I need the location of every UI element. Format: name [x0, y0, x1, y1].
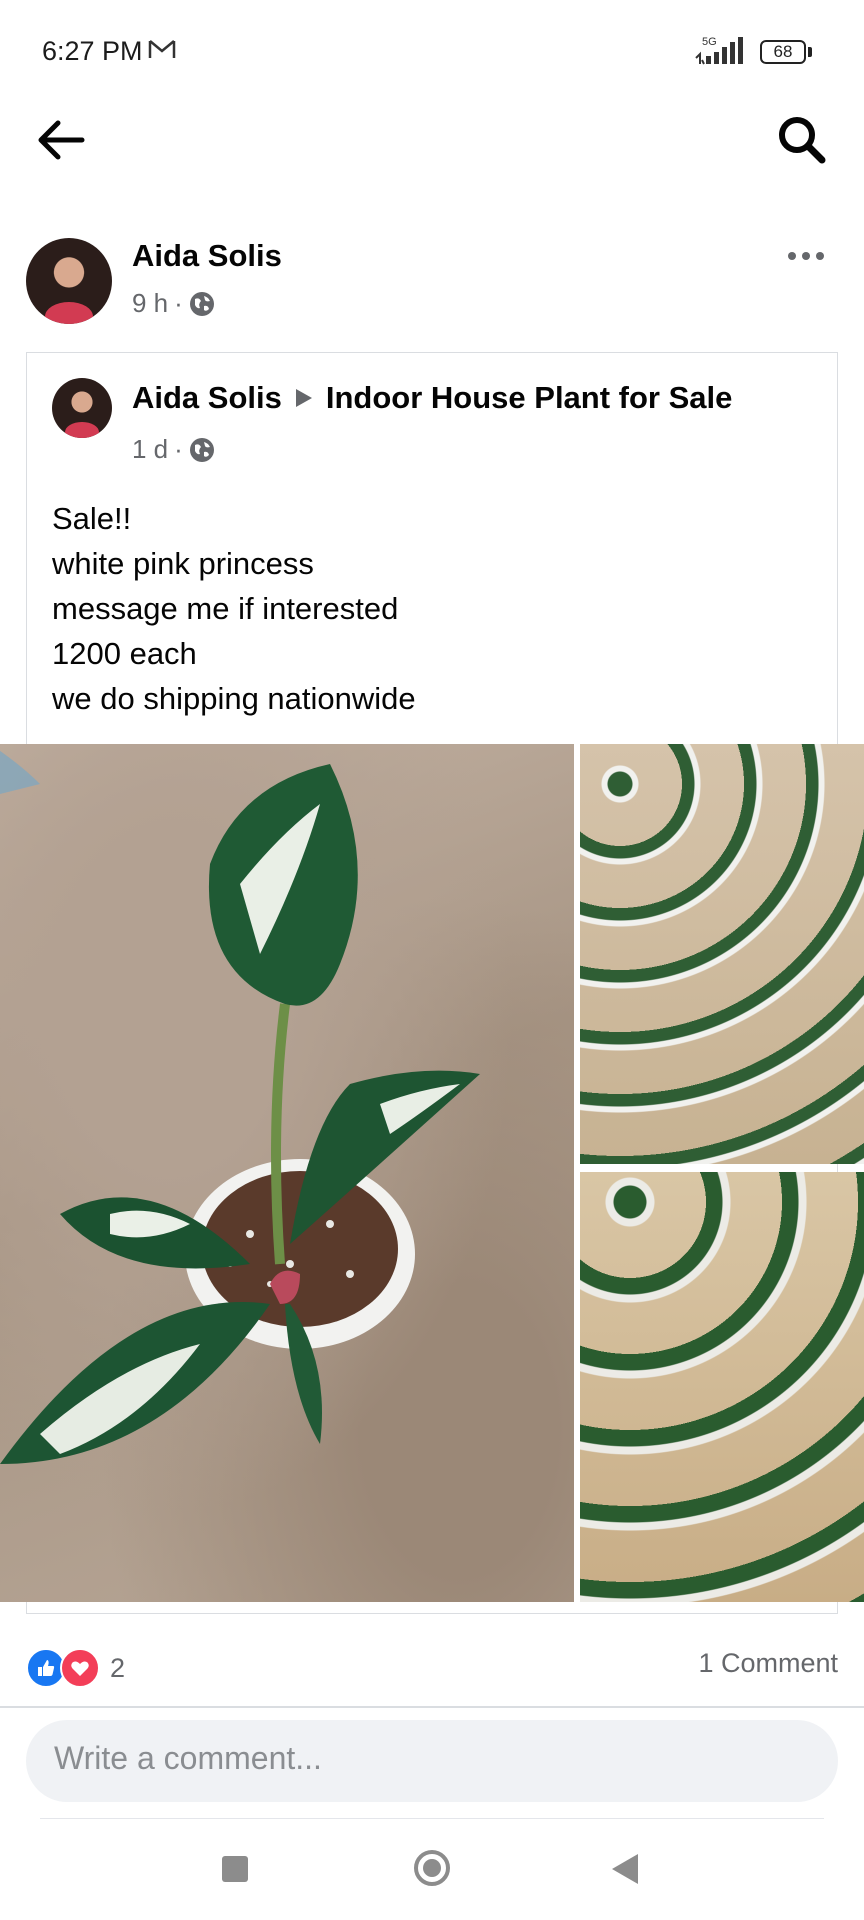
nav-back-icon[interactable]: [612, 1854, 638, 1884]
divider: [40, 1818, 824, 1819]
more-options-icon[interactable]: [786, 246, 826, 266]
divider: [0, 1706, 864, 1708]
group-name[interactable]: Indoor House Plant for Sale: [326, 380, 733, 416]
post-time: 9 h: [132, 288, 169, 318]
meta-separator: ·: [174, 288, 183, 318]
arrow-left-icon[interactable]: [30, 110, 90, 170]
post-photo-greenhouse-1[interactable]: [580, 744, 864, 1164]
gmail-icon: [148, 40, 176, 58]
meta-separator: ·: [174, 434, 183, 464]
post-text-line: Sale!!: [52, 501, 132, 536]
post-photo-main[interactable]: [0, 744, 574, 1602]
comment-count[interactable]: 1 Comment: [698, 1648, 838, 1679]
play-arrow-icon: [295, 389, 312, 407]
shared-post-header: Aida Solis Indoor House Plant for Sale: [132, 380, 732, 416]
signal-icon: [695, 37, 743, 65]
post-text-line: we do shipping nationwide: [52, 681, 416, 716]
shared-post-meta: 1 d ·: [132, 434, 215, 465]
post-meta: 9 h ·: [132, 288, 215, 319]
shared-author-avatar[interactable]: [52, 378, 112, 438]
globe-icon: [189, 437, 214, 462]
search-icon[interactable]: [772, 110, 832, 170]
love-reaction-icon: [60, 1648, 100, 1688]
battery-tip: [808, 47, 812, 57]
post-text-line: 1200 each: [52, 636, 197, 671]
shared-post-time: 1 d: [132, 434, 169, 464]
globe-icon: [189, 291, 214, 316]
post-text: Sale!! white pink princess message me if…: [52, 496, 416, 721]
reaction-count: 2: [110, 1652, 126, 1683]
post-photo-greenhouse-2[interactable]: [580, 1172, 864, 1602]
status-time: 6:27 PM: [42, 36, 143, 66]
post-text-line: message me if interested: [52, 591, 399, 626]
comment-placeholder[interactable]: Write a comment...: [54, 1740, 322, 1777]
battery-indicator: 68: [760, 40, 806, 64]
recent-apps-icon[interactable]: [222, 1856, 248, 1882]
shared-author-name[interactable]: Aida Solis: [132, 380, 282, 416]
reactions-summary[interactable]: 2: [26, 1648, 125, 1688]
post-text-line: white pink princess: [52, 546, 314, 581]
author-avatar[interactable]: [26, 238, 112, 324]
home-icon[interactable]: [414, 1850, 450, 1886]
plant-illustration: [0, 750, 480, 1464]
author-name[interactable]: Aida Solis: [132, 238, 282, 274]
